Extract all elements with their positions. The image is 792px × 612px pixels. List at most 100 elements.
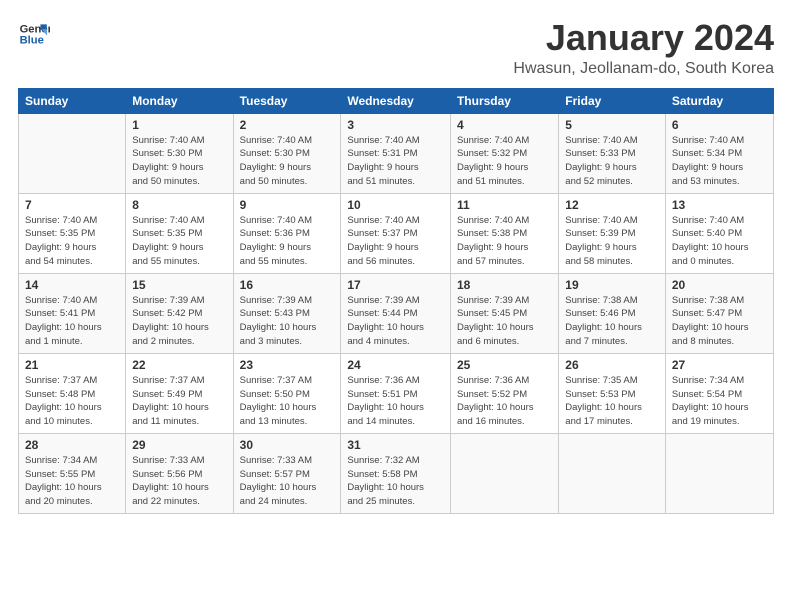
day-number: 5 [565, 118, 659, 132]
day-number: 7 [25, 198, 119, 212]
cell-info: Sunrise: 7:40 AMSunset: 5:35 PMDaylight:… [132, 214, 226, 269]
day-number: 28 [25, 438, 119, 452]
table-row: 12 Sunrise: 7:40 AMSunset: 5:39 PMDayligh… [559, 193, 666, 273]
day-number: 8 [132, 198, 226, 212]
table-row [665, 433, 773, 513]
table-row: 21 Sunrise: 7:37 AMSunset: 5:48 PMDayligh… [19, 353, 126, 433]
title-block: January 2024 Hwasun, Jeollanam-do, South… [513, 18, 774, 78]
calendar-table: Sunday Monday Tuesday Wednesday Thursday… [18, 88, 774, 514]
day-number: 27 [672, 358, 767, 372]
cell-info: Sunrise: 7:40 AMSunset: 5:34 PMDaylight:… [672, 134, 767, 189]
table-row: 20 Sunrise: 7:38 AMSunset: 5:47 PMDayligh… [665, 273, 773, 353]
table-row [19, 113, 126, 193]
day-number: 12 [565, 198, 659, 212]
cell-info: Sunrise: 7:40 AMSunset: 5:41 PMDaylight:… [25, 294, 119, 349]
cell-info: Sunrise: 7:37 AMSunset: 5:50 PMDaylight:… [240, 374, 335, 429]
col-wednesday: Wednesday [341, 88, 451, 113]
col-sunday: Sunday [19, 88, 126, 113]
table-row: 24Sunrise: 7:36 AMSunset: 5:51 PMDayligh… [341, 353, 451, 433]
col-monday: Monday [126, 88, 233, 113]
cell-info: Sunrise: 7:35 AMSunset: 5:53 PMDaylight:… [565, 374, 659, 429]
cell-info: Sunrise: 7:40 AMSunset: 5:36 PMDaylight:… [240, 214, 335, 269]
week-row-5: 28 Sunrise: 7:34 AMSunset: 5:55 PMDayligh… [19, 433, 774, 513]
day-number: 20 [672, 278, 767, 292]
col-friday: Friday [559, 88, 666, 113]
svg-text:Blue: Blue [20, 35, 44, 47]
day-number: 3 [347, 118, 444, 132]
cell-info: Sunrise: 7:33 AMSunset: 5:57 PMDaylight:… [240, 454, 335, 509]
header-row: Sunday Monday Tuesday Wednesday Thursday… [19, 88, 774, 113]
table-row: 19 Sunrise: 7:38 AMSunset: 5:46 PMDayligh… [559, 273, 666, 353]
day-number: 4 [457, 118, 552, 132]
day-number: 14 [25, 278, 119, 292]
table-row: 22 Sunrise: 7:37 AMSunset: 5:49 PMDayligh… [126, 353, 233, 433]
day-number: 13 [672, 198, 767, 212]
day-number: 10 [347, 198, 444, 212]
cell-info: Sunrise: 7:40 AMSunset: 5:37 PMDaylight:… [347, 214, 444, 269]
cell-info: Sunrise: 7:40 AMSunset: 5:40 PMDaylight:… [672, 214, 767, 269]
cell-info: Sunrise: 7:38 AMSunset: 5:47 PMDaylight:… [672, 294, 767, 349]
week-row-4: 21 Sunrise: 7:37 AMSunset: 5:48 PMDayligh… [19, 353, 774, 433]
day-number: 16 [240, 278, 335, 292]
table-row: 16 Sunrise: 7:39 AMSunset: 5:43 PMDayligh… [233, 273, 341, 353]
table-row: 25 Sunrise: 7:36 AMSunset: 5:52 PMDayligh… [450, 353, 558, 433]
logo-icon: General Blue [18, 18, 50, 50]
cell-info: Sunrise: 7:40 AMSunset: 5:39 PMDaylight:… [565, 214, 659, 269]
cell-info: Sunrise: 7:32 AMSunset: 5:58 PMDaylight:… [347, 454, 444, 509]
page: General Blue January 2024 Hwasun, Jeolla… [0, 0, 792, 612]
day-number: 26 [565, 358, 659, 372]
table-row: 8 Sunrise: 7:40 AMSunset: 5:35 PMDaylight… [126, 193, 233, 273]
table-row: 3 Sunrise: 7:40 AMSunset: 5:31 PMDaylight… [341, 113, 451, 193]
cell-info: Sunrise: 7:39 AMSunset: 5:43 PMDaylight:… [240, 294, 335, 349]
table-row [559, 433, 666, 513]
cell-info: Sunrise: 7:38 AMSunset: 5:46 PMDaylight:… [565, 294, 659, 349]
logo: General Blue [18, 18, 50, 50]
cell-info: Sunrise: 7:40 AMSunset: 5:30 PMDaylight:… [132, 134, 226, 189]
table-row [450, 433, 558, 513]
cell-info: Sunrise: 7:40 AMSunset: 5:31 PMDaylight:… [347, 134, 444, 189]
table-row: 28 Sunrise: 7:34 AMSunset: 5:55 PMDayligh… [19, 433, 126, 513]
cell-info: Sunrise: 7:37 AMSunset: 5:48 PMDaylight:… [25, 374, 119, 429]
table-row: 29 Sunrise: 7:33 AMSunset: 5:56 PMDayligh… [126, 433, 233, 513]
main-title: January 2024 [513, 18, 774, 58]
cell-info: Sunrise: 7:36 AMSunset: 5:52 PMDaylight:… [457, 374, 552, 429]
table-row: 14 Sunrise: 7:40 AMSunset: 5:41 PMDayligh… [19, 273, 126, 353]
cell-info: Sunrise: 7:40 AMSunset: 5:38 PMDaylight:… [457, 214, 552, 269]
day-number: 2 [240, 118, 335, 132]
cell-info: Sunrise: 7:40 AMSunset: 5:32 PMDaylight:… [457, 134, 552, 189]
day-number: 24 [347, 358, 444, 372]
cell-info: Sunrise: 7:33 AMSunset: 5:56 PMDaylight:… [132, 454, 226, 509]
day-number: 25 [457, 358, 552, 372]
table-row: 15Sunrise: 7:39 AMSunset: 5:42 PMDayligh… [126, 273, 233, 353]
cell-info: Sunrise: 7:34 AMSunset: 5:55 PMDaylight:… [25, 454, 119, 509]
table-row: 4 Sunrise: 7:40 AMSunset: 5:32 PMDaylight… [450, 113, 558, 193]
table-row: 10 Sunrise: 7:40 AMSunset: 5:37 PMDayligh… [341, 193, 451, 273]
table-row: 9 Sunrise: 7:40 AMSunset: 5:36 PMDaylight… [233, 193, 341, 273]
table-row: 5Sunrise: 7:40 AMSunset: 5:33 PMDaylight… [559, 113, 666, 193]
table-row: 30 Sunrise: 7:33 AMSunset: 5:57 PMDayligh… [233, 433, 341, 513]
day-number: 30 [240, 438, 335, 452]
day-number: 9 [240, 198, 335, 212]
day-number: 1 [132, 118, 226, 132]
day-number: 19 [565, 278, 659, 292]
cell-info: Sunrise: 7:39 AMSunset: 5:44 PMDaylight:… [347, 294, 444, 349]
table-row: 1 Sunrise: 7:40 AMSunset: 5:30 PMDaylight… [126, 113, 233, 193]
cell-info: Sunrise: 7:39 AMSunset: 5:45 PMDaylight:… [457, 294, 552, 349]
table-row: 27Sunrise: 7:34 AMSunset: 5:54 PMDayligh… [665, 353, 773, 433]
day-number: 21 [25, 358, 119, 372]
col-saturday: Saturday [665, 88, 773, 113]
table-row: 26 Sunrise: 7:35 AMSunset: 5:53 PMDayligh… [559, 353, 666, 433]
cell-info: Sunrise: 7:37 AMSunset: 5:49 PMDaylight:… [132, 374, 226, 429]
day-number: 18 [457, 278, 552, 292]
header: General Blue January 2024 Hwasun, Jeolla… [18, 18, 774, 78]
day-number: 22 [132, 358, 226, 372]
table-row: 13 Sunrise: 7:40 AMSunset: 5:40 PMDayligh… [665, 193, 773, 273]
col-tuesday: Tuesday [233, 88, 341, 113]
week-row-3: 14 Sunrise: 7:40 AMSunset: 5:41 PMDayligh… [19, 273, 774, 353]
day-number: 29 [132, 438, 226, 452]
table-row: 18 Sunrise: 7:39 AMSunset: 5:45 PMDayligh… [450, 273, 558, 353]
day-number: 11 [457, 198, 552, 212]
table-row: 7Sunrise: 7:40 AMSunset: 5:35 PMDaylight… [19, 193, 126, 273]
day-number: 15 [132, 278, 226, 292]
table-row: 17Sunrise: 7:39 AMSunset: 5:44 PMDayligh… [341, 273, 451, 353]
